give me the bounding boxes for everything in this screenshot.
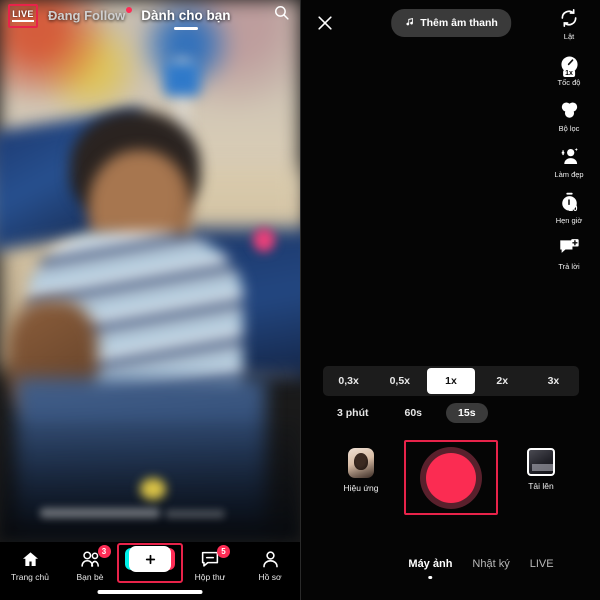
nav-item-home[interactable]: Trang chủ	[0, 549, 60, 582]
filters-icon	[559, 98, 580, 122]
nav-item-profile[interactable]: Hồ sơ	[240, 549, 300, 582]
speed-option-4[interactable]: 3x	[530, 368, 577, 394]
photo-pink-accent	[253, 228, 275, 252]
search-icon[interactable]	[273, 4, 290, 26]
camera-mode-tabs: Máy ảnh Nhật ký LIVE	[301, 558, 600, 579]
duration-option-3min[interactable]: 3 phút	[325, 403, 381, 423]
nav-label-profile: Hồ sơ	[258, 572, 282, 582]
live-highlight-box	[8, 4, 38, 28]
mode-tab-live-label: LIVE	[529, 558, 554, 570]
friends-badge: 3	[97, 545, 111, 558]
speed-option-2[interactable]: 1x	[427, 368, 475, 394]
tab-danh-cho-ban[interactable]: Dành cho bạn	[141, 7, 231, 30]
tool-filters[interactable]: Bộ lọc	[546, 98, 592, 133]
tool-timer[interactable]: 10 Hẹn giờ	[546, 190, 592, 225]
home-icon	[21, 549, 40, 569]
record-row: Hiệu ứng Tải lên	[301, 440, 600, 515]
beauty-icon	[558, 144, 580, 168]
upload-button[interactable]: Tải lên	[513, 448, 569, 491]
tool-label-flip: Lật	[563, 32, 575, 41]
tool-label-reply: Trả lời	[558, 262, 580, 271]
photo-caption-blur	[40, 508, 160, 518]
speed-option-1[interactable]: 0,5x	[376, 368, 423, 394]
speed-option-3[interactable]: 2x	[479, 368, 526, 394]
tab-danh-cho-ban-label: Dành cho bạn	[141, 7, 231, 23]
mode-tab-camera-label: Máy ảnh	[408, 558, 453, 570]
camera-tools-column: Lật 1x Tốc độ Bộ lọc Làm đẹp 10 Hẹn giờ …	[546, 6, 592, 271]
tool-flip[interactable]: Lật	[546, 6, 592, 41]
duration-option-15s[interactable]: 15s	[446, 403, 488, 423]
flip-camera-icon	[559, 6, 579, 30]
tab-dang-follow-label: Đang Follow	[48, 7, 126, 23]
home-indicator-left	[97, 590, 203, 594]
nav-item-friends[interactable]: 3 Bạn bè	[60, 545, 120, 582]
record-button[interactable]	[404, 440, 498, 515]
add-sound-button[interactable]: Thêm âm thanh	[391, 9, 511, 37]
nav-item-create[interactable]	[117, 543, 183, 583]
gallery-thumbnail-icon	[527, 448, 555, 476]
timer-icon: 10	[559, 190, 580, 214]
mode-tab-story[interactable]: Nhật ký	[472, 558, 509, 570]
feed-panel: LIVE Đang Follow Dành cho bạn Trang chủ …	[0, 0, 300, 600]
create-highlight-box	[117, 543, 183, 583]
mode-tab-live[interactable]: LIVE	[530, 558, 554, 570]
tool-reply[interactable]: Trả lời	[546, 236, 592, 271]
mode-active-dot	[428, 575, 433, 579]
nav-label-home: Trang chủ	[11, 572, 49, 582]
inbox-badge: 5	[217, 545, 230, 558]
effects-button[interactable]: Hiệu ứng	[333, 448, 389, 493]
nav-label-friends: Bạn bè	[76, 572, 104, 582]
profile-icon	[261, 549, 280, 569]
tool-label-filters: Bộ lọc	[558, 124, 580, 133]
duration-selector: 3 phút 60s 15s	[325, 403, 488, 423]
screenshot-root: LIVE Đang Follow Dành cho bạn Trang chủ …	[0, 0, 600, 600]
tool-label-speed: Tốc độ	[557, 78, 581, 87]
reply-icon	[558, 236, 580, 260]
timer-chip-label: 10	[568, 204, 578, 213]
photo-yellow-accent	[140, 478, 166, 500]
live-badge[interactable]: LIVE	[6, 4, 40, 28]
effects-thumbnail-icon	[348, 448, 374, 478]
tool-label-beauty: Làm đẹp	[554, 170, 584, 179]
friends-icon: 3	[80, 545, 111, 569]
close-icon[interactable]	[315, 13, 335, 33]
active-tab-underline	[173, 27, 198, 30]
inbox-icon: 5	[200, 545, 230, 569]
tab-notification-dot	[126, 6, 133, 13]
feed-video-background[interactable]	[0, 0, 300, 600]
photo-sign	[164, 62, 200, 96]
tab-dang-follow[interactable]: Đang Follow	[48, 6, 133, 23]
nav-label-inbox: Hộp thư	[194, 572, 226, 582]
effects-label: Hiệu ứng	[343, 483, 379, 493]
mode-tab-camera[interactable]: Máy ảnh	[408, 558, 453, 579]
photo-caption-blur-2	[165, 510, 225, 518]
tool-beauty[interactable]: Làm đẹp	[546, 144, 592, 179]
record-highlight-box	[404, 440, 498, 515]
feed-top-bar: LIVE Đang Follow Dành cho bạn	[0, 0, 300, 30]
mode-tab-story-label: Nhật ký	[472, 558, 510, 570]
speed-chip-label: 1x	[563, 70, 575, 77]
speed-selector: 0,3x 0,5x 1x 2x 3x	[323, 366, 579, 396]
plus-create-icon	[117, 543, 183, 583]
add-sound-label: Thêm âm thanh	[420, 17, 498, 29]
speed-icon: 1x	[559, 52, 580, 77]
camera-panel: Thêm âm thanh Lật 1x Tốc độ Bộ lọc Làm đ…	[300, 0, 600, 600]
speed-option-0[interactable]: 0,3x	[325, 368, 372, 394]
tool-label-timer: Hẹn giờ	[555, 216, 583, 225]
tool-speed[interactable]: 1x Tốc độ	[546, 52, 592, 87]
duration-option-60s[interactable]: 60s	[393, 403, 435, 423]
upload-label: Tải lên	[528, 481, 554, 491]
nav-item-inbox[interactable]: 5 Hộp thư	[180, 545, 240, 582]
music-note-icon	[404, 14, 415, 32]
